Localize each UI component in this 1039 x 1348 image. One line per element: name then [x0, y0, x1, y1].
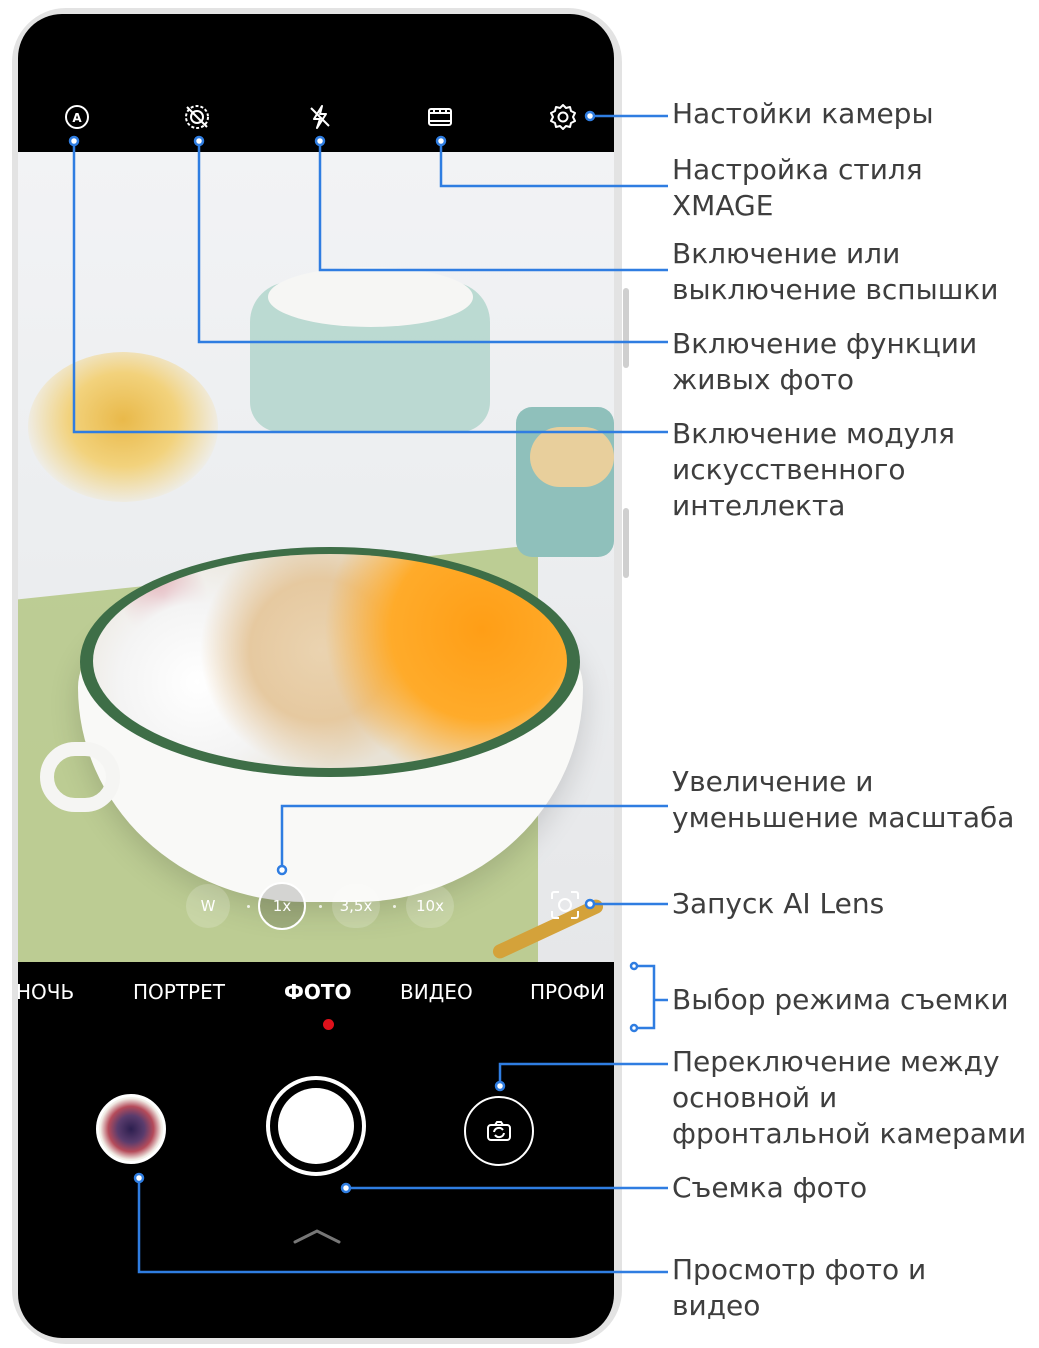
callout-line: Настройка стиля — [672, 153, 923, 186]
callout-xmage-style: Настройка стиля XMAGE — [672, 152, 923, 224]
callout-line: уменьшение масштаба — [672, 801, 1015, 834]
callout-switch-camera: Переключение между основной и фронтальной … — [672, 1044, 1026, 1152]
callout-line: искусственного — [672, 453, 906, 486]
callout-line: выключение вспышки — [672, 273, 999, 306]
callout-line: живых фото — [672, 363, 855, 396]
callout-mode-select: Выбор режима съемки — [672, 982, 1009, 1018]
callout-line: Съемка фото — [672, 1171, 868, 1204]
callout-live-photo: Включение функции живых фото — [672, 326, 977, 398]
callout-line: видео — [672, 1289, 761, 1322]
callout-zoom: Увеличение и уменьшение масштаба — [672, 764, 1014, 836]
callout-line: Включение или — [672, 237, 901, 270]
callout-ai: Включение модуля искусственного интеллекта — [672, 416, 955, 524]
callout-line: Просмотр фото и — [672, 1253, 927, 1286]
callout-line: Запуск AI Lens — [672, 887, 885, 920]
callout-line: фронтальной камерами — [672, 1117, 1027, 1150]
callout-ai-lens: Запуск AI Lens — [672, 886, 884, 922]
callout-line: Выбор режима съемки — [672, 983, 1009, 1016]
callout-line: Настойки камеры — [672, 97, 934, 130]
callout-line: Переключение между — [672, 1045, 1000, 1078]
callout-line: интеллекта — [672, 489, 846, 522]
callout-line: основной и — [672, 1081, 838, 1114]
callout-line: XMAGE — [672, 189, 774, 222]
callout-take-photo: Съемка фото — [672, 1170, 867, 1206]
callout-line: Включение модуля — [672, 417, 955, 450]
callout-line: Увеличение и — [672, 765, 874, 798]
callout-camera-settings: Настойки камеры — [672, 96, 934, 132]
callout-line: Включение функции — [672, 327, 978, 360]
callout-flash: Включение или выключение вспышки — [672, 236, 998, 308]
callout-gallery: Просмотр фото и видео — [672, 1252, 926, 1324]
